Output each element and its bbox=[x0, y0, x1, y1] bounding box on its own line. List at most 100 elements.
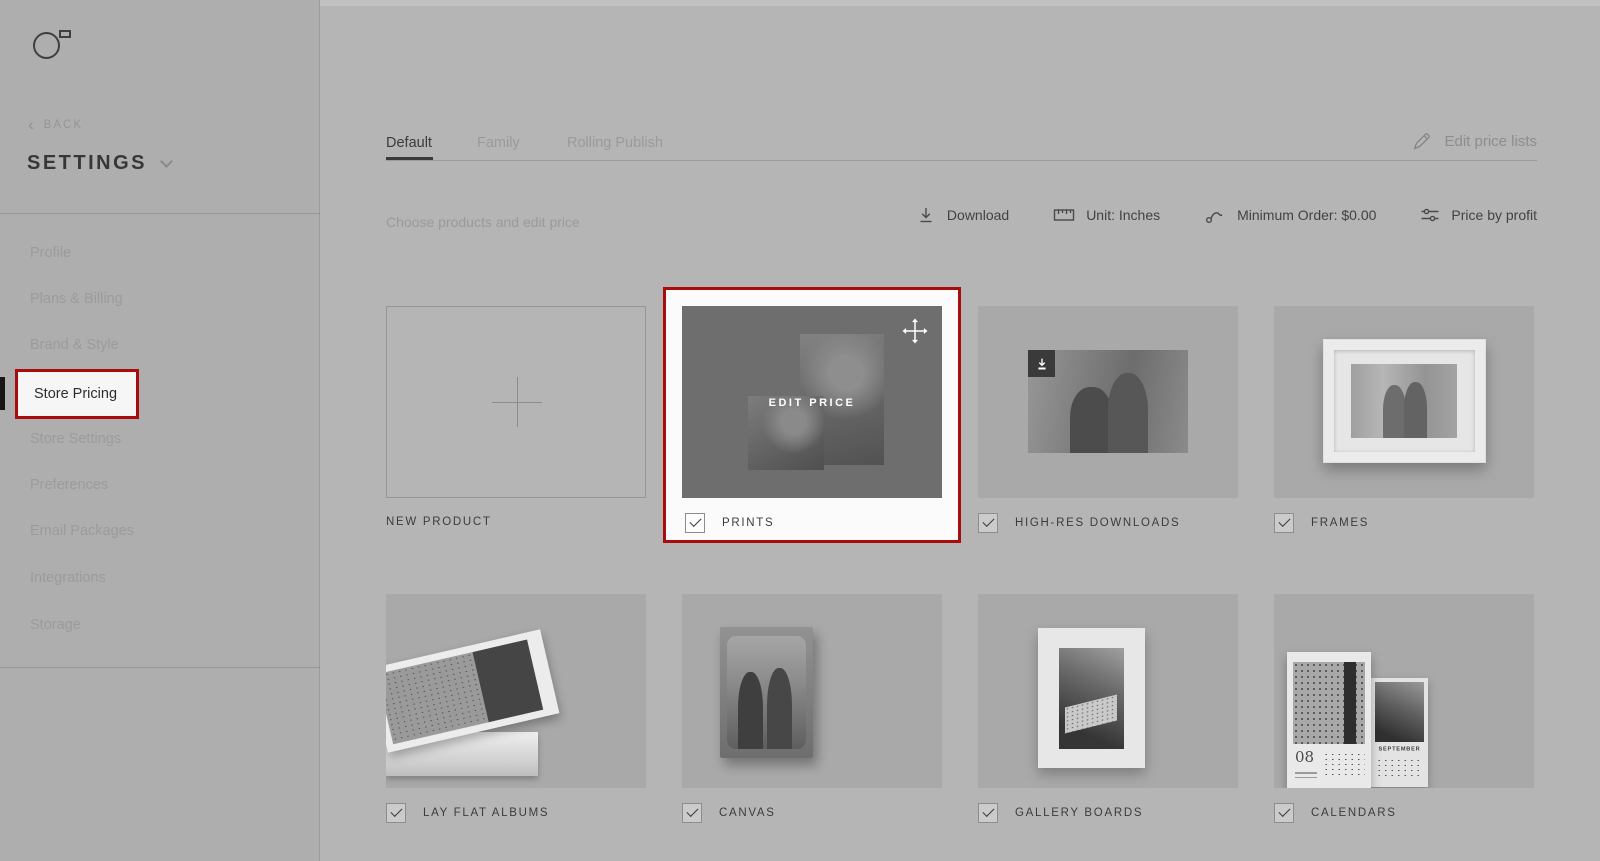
back-link[interactable]: ‹ BACK bbox=[28, 115, 83, 134]
download-button[interactable]: Download bbox=[916, 205, 1009, 225]
calendar-front-photo bbox=[1293, 662, 1365, 744]
gallery-board-photo bbox=[1059, 648, 1124, 749]
prints-label-row: PRINTS bbox=[685, 513, 774, 533]
product-tile-lay-flat-albums[interactable] bbox=[386, 594, 646, 788]
frame-photo bbox=[1351, 364, 1457, 438]
product-tile-high-res-downloads[interactable] bbox=[978, 306, 1238, 498]
lay-flat-albums-label-row: LAY FLAT ALBUMS bbox=[386, 803, 549, 823]
unit-button[interactable]: Unit: Inches bbox=[1053, 207, 1160, 223]
calendar-month-label: SEPTEMBER bbox=[1378, 746, 1421, 753]
gallery-boards-label-row: GALLERY BOARDS bbox=[978, 803, 1143, 823]
calendar-photo-bar bbox=[1344, 662, 1356, 744]
sidebar-item-storage[interactable]: Storage bbox=[30, 617, 81, 633]
edit-price-lists-button[interactable]: Edit price lists bbox=[1411, 131, 1537, 152]
download-label: Download bbox=[946, 207, 1010, 223]
calendar-front-page: 08 bbox=[1287, 652, 1371, 788]
download-icon bbox=[1037, 358, 1046, 369]
album-art-left bbox=[386, 652, 489, 745]
move-cursor-icon bbox=[902, 318, 928, 344]
minimum-order-button[interactable]: Minimum Order: $0.00 bbox=[1204, 205, 1376, 225]
price-by-profit-icon bbox=[1421, 208, 1439, 222]
canvas-checkbox[interactable] bbox=[682, 803, 702, 823]
download-icon bbox=[920, 208, 932, 223]
minimum-order-label: Minimum Order: $0.00 bbox=[1237, 207, 1377, 223]
high-res-label-row: HIGH-RES DOWNLOADS bbox=[978, 513, 1180, 533]
sidebar-divider bbox=[0, 667, 320, 668]
sidebar-item-preferences[interactable]: Preferences bbox=[30, 477, 108, 493]
calendar-grid bbox=[1323, 752, 1365, 778]
app-logo-flag-icon bbox=[59, 30, 71, 38]
gallery-boards-checkbox[interactable] bbox=[978, 803, 998, 823]
back-label: BACK bbox=[43, 119, 83, 131]
price-by-profit-button[interactable]: Price by profit bbox=[1420, 206, 1537, 224]
tab-default[interactable]: Default bbox=[386, 135, 432, 151]
figure-silhouette bbox=[1108, 372, 1148, 453]
product-label: LAY FLAT ALBUMS bbox=[423, 807, 550, 819]
figure-silhouette bbox=[766, 667, 792, 749]
page-hint: Choose products and edit price bbox=[386, 214, 580, 230]
plus-icon bbox=[517, 377, 518, 427]
tabs-divider bbox=[386, 160, 1537, 161]
ruler-icon bbox=[1053, 209, 1075, 221]
frame-graphic bbox=[1323, 339, 1486, 463]
lay-flat-albums-checkbox[interactable] bbox=[386, 803, 406, 823]
product-tile-gallery-boards[interactable] bbox=[978, 594, 1238, 788]
sidebar-item-brand-style[interactable]: Brand & Style bbox=[30, 337, 119, 353]
new-product-tile[interactable] bbox=[386, 306, 646, 498]
pricing-toolbar: Download Unit: Inches Minimum Order: $0.… bbox=[916, 205, 1537, 225]
sidebar-item-label: Store Pricing bbox=[34, 386, 118, 402]
settings-title: SETTINGS bbox=[27, 152, 148, 174]
sidebar-item-integrations[interactable]: Integrations bbox=[30, 570, 106, 586]
download-badge bbox=[1028, 350, 1055, 377]
product-tile-prints[interactable]: EDIT PRICE PRINTS bbox=[663, 287, 961, 543]
figure-silhouette bbox=[1069, 387, 1113, 453]
calendar-grid bbox=[1376, 758, 1423, 780]
product-tile-frames[interactable] bbox=[1274, 306, 1534, 498]
sidebar-item-store-settings[interactable]: Store Settings bbox=[30, 431, 121, 447]
product-label: PRINTS bbox=[722, 517, 775, 529]
prints-checkbox[interactable] bbox=[685, 513, 705, 533]
calendar-back-page: SEPTEMBER bbox=[1371, 678, 1428, 787]
canvas-label-row: CANVAS bbox=[682, 803, 776, 823]
sidebar-item-email-packages[interactable]: Email Packages bbox=[30, 523, 134, 539]
canvas-graphic bbox=[720, 627, 813, 758]
minimum-order-icon bbox=[1206, 212, 1223, 223]
figure-silhouette bbox=[1382, 384, 1407, 438]
unit-label: Unit: Inches bbox=[1086, 207, 1161, 223]
product-label: HIGH-RES DOWNLOADS bbox=[1015, 517, 1181, 529]
new-product-label-row: NEW PRODUCT bbox=[386, 516, 492, 528]
gallery-board-graphic bbox=[1038, 628, 1145, 768]
sidebar-item-profile[interactable]: Profile bbox=[30, 245, 71, 261]
tab-rolling-publish[interactable]: Rolling Publish bbox=[567, 135, 663, 151]
product-tile-canvas[interactable] bbox=[682, 594, 942, 788]
edit-price-lists-label: Edit price lists bbox=[1444, 133, 1537, 150]
table-shape bbox=[1065, 694, 1117, 734]
sidebar-item-plans-billing[interactable]: Plans & Billing bbox=[30, 291, 123, 307]
settings-menu-toggle[interactable]: SETTINGS bbox=[27, 152, 173, 175]
store-pricing-page: { "sidebar": { "back_label": "BACK", "ti… bbox=[0, 0, 1600, 861]
product-label: CANVAS bbox=[719, 807, 776, 819]
app-logo-icon bbox=[33, 32, 60, 59]
high-res-checkbox[interactable] bbox=[978, 513, 998, 533]
calendar-day-label: 08 bbox=[1295, 748, 1315, 766]
frames-label-row: FRAMES bbox=[1274, 513, 1369, 533]
prints-photo[interactable]: EDIT PRICE bbox=[682, 306, 942, 498]
price-by-profit-label: Price by profit bbox=[1451, 207, 1537, 223]
figure-silhouette bbox=[738, 672, 764, 749]
edit-price-hover-label: EDIT PRICE bbox=[768, 397, 856, 409]
product-tile-calendars[interactable]: SEPTEMBER 08 bbox=[1274, 594, 1534, 788]
chevron-left-icon: ‹ bbox=[28, 115, 36, 134]
tab-family[interactable]: Family bbox=[477, 135, 520, 151]
sidebar-item-store-pricing[interactable]: Store Pricing bbox=[15, 369, 139, 419]
sidebar-divider bbox=[0, 213, 320, 214]
active-item-indicator bbox=[0, 377, 5, 410]
settings-sidebar: ‹ BACK SETTINGS Profile Plans & Billing … bbox=[0, 0, 320, 861]
pencil-icon bbox=[1414, 133, 1431, 150]
product-label: FRAMES bbox=[1311, 517, 1370, 529]
frames-checkbox[interactable] bbox=[1274, 513, 1294, 533]
calendars-checkbox[interactable] bbox=[1274, 803, 1294, 823]
product-label: GALLERY BOARDS bbox=[1015, 807, 1144, 819]
calendars-label-row: CALENDARS bbox=[1274, 803, 1397, 823]
canvas-photo bbox=[727, 636, 806, 749]
calendar-back-photo bbox=[1375, 682, 1424, 742]
